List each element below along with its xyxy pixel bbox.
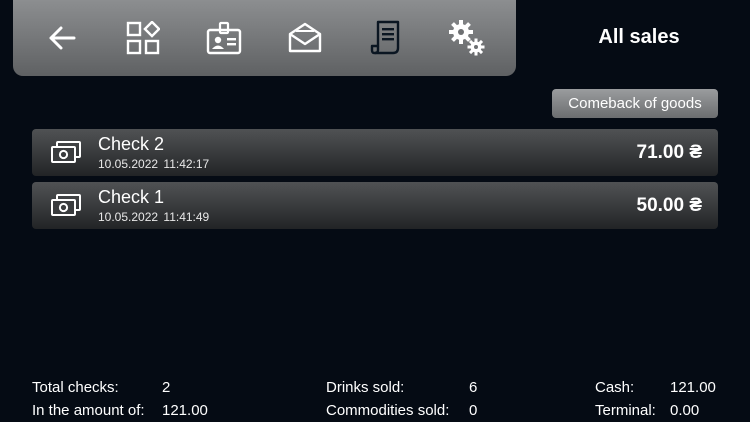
check-time: 11:41:49 xyxy=(163,210,210,224)
check-amount: 71.00 ₴ xyxy=(636,142,703,163)
back-button[interactable] xyxy=(38,14,86,62)
amount-row: In the amount of: 121.00 xyxy=(32,399,208,422)
check-amount: 50.00 ₴ xyxy=(636,195,703,216)
id-badge-icon xyxy=(206,21,242,55)
check-row[interactable]: Check 2 10.05.2022 11:42:17 71.00 ₴ xyxy=(32,129,718,176)
receipt-icon xyxy=(371,20,400,55)
sales-button[interactable] xyxy=(362,14,410,62)
total-checks-row: Total checks: 2 xyxy=(32,376,208,399)
cash-row: Cash: 121.00 xyxy=(595,376,716,399)
summary-payments: Cash: 121.00 Terminal: 0.00 xyxy=(595,376,716,422)
amount-value: 121.00 xyxy=(162,402,208,419)
cash-bills-icon xyxy=(51,194,81,216)
settings-gears-icon xyxy=(449,20,485,56)
total-checks-label: Total checks: xyxy=(32,379,119,396)
checks-list: Check 2 10.05.2022 11:42:17 71.00 ₴ Chec… xyxy=(32,129,718,235)
check-date: 10.05.2022 xyxy=(98,157,159,171)
commodities-sold-label: Commodities sold: xyxy=(326,402,450,419)
sales-screen: All sales Comeback of goods Check 2 10.0… xyxy=(0,0,750,422)
drinks-sold-value: 6 xyxy=(469,379,478,396)
cash-label: Cash: xyxy=(595,379,635,396)
messages-button[interactable] xyxy=(281,14,329,62)
comeback-of-goods-button[interactable]: Comeback of goods xyxy=(552,89,718,118)
categories-button[interactable] xyxy=(119,14,167,62)
summary-items: Drinks sold: 6 Commodities sold: 0 xyxy=(326,376,477,422)
page-title: All sales xyxy=(598,26,680,48)
settings-button[interactable] xyxy=(443,14,491,62)
drinks-sold-label: Drinks sold: xyxy=(326,379,405,396)
terminal-row: Terminal: 0.00 xyxy=(595,399,716,422)
terminal-value: 0.00 xyxy=(670,402,700,419)
summary-totals: Total checks: 2 In the amount of: 121.00 xyxy=(32,376,208,422)
back-arrow-icon xyxy=(49,26,76,50)
commodities-sold-value: 0 xyxy=(469,402,478,419)
check-title: Check 1 xyxy=(98,187,165,207)
cash-bills-icon xyxy=(51,141,81,163)
cash-value: 121.00 xyxy=(670,379,716,396)
check-datetime: 10.05.2022 11:42:17 xyxy=(98,157,209,171)
commodities-sold-row: Commodities sold: 0 xyxy=(326,399,477,422)
terminal-label: Terminal: xyxy=(595,402,656,419)
check-time: 11:42:17 xyxy=(163,157,210,171)
amount-label: In the amount of: xyxy=(32,402,145,419)
top-toolbar xyxy=(13,0,516,76)
envelope-icon xyxy=(288,22,322,53)
check-datetime: 10.05.2022 11:41:49 xyxy=(98,210,209,224)
check-date: 10.05.2022 xyxy=(98,210,159,224)
drinks-sold-row: Drinks sold: 6 xyxy=(326,376,477,399)
total-checks-value: 2 xyxy=(162,379,171,396)
check-title: Check 2 xyxy=(98,134,165,154)
categories-icon xyxy=(126,21,160,55)
check-row[interactable]: Check 1 10.05.2022 11:41:49 50.00 ₴ xyxy=(32,182,718,229)
staff-button[interactable] xyxy=(200,14,248,62)
